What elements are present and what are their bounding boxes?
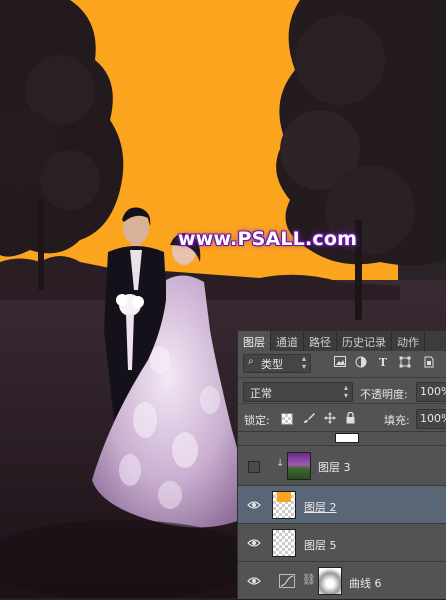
lock-label: 锁定: — [244, 414, 270, 427]
tab-layers[interactable]: 图层 — [238, 331, 271, 351]
lock-icon[interactable] — [344, 411, 357, 425]
type-icon[interactable]: T — [376, 356, 390, 370]
eye-icon[interactable] — [247, 538, 261, 548]
layer-mask-thumbnail[interactable] — [318, 567, 342, 595]
visibility-toggle[interactable] — [248, 461, 260, 473]
layer-row-3[interactable]: ↓ 图层 3 — [238, 445, 446, 486]
layer-name[interactable]: 曲线 6 — [349, 575, 382, 591]
tab-history[interactable]: 历史记录 — [337, 331, 392, 351]
watermark-text: www.PSALL.com — [178, 228, 358, 250]
layer-filter-select[interactable]: ⌕ 类型 ▴ ▾ — [243, 354, 311, 373]
filter-row: ⌕ 类型 ▴ ▾ T — [238, 351, 446, 377]
updown-arrows-icon: ▴ ▾ — [301, 354, 306, 371]
search-icon: ⌕ — [248, 356, 254, 367]
panel-tabs: 图层 通道 路径 历史记录 动作 — [238, 331, 446, 351]
layer-name[interactable]: 图层 3 — [318, 459, 351, 475]
layer-thumbnail — [335, 433, 359, 443]
layer-name[interactable]: 图层 5 — [304, 537, 337, 553]
layer-row-curves-6[interactable]: ⛓ 曲线 6 — [238, 561, 446, 600]
layer-thumbnail — [287, 452, 311, 480]
tab-channels[interactable]: 通道 — [271, 331, 304, 351]
tab-actions[interactable]: 动作 — [392, 331, 425, 351]
eye-icon[interactable] — [247, 576, 261, 586]
fill-input[interactable]: 100% — [416, 409, 446, 429]
move-icon[interactable] — [323, 412, 336, 425]
layer-partial-row[interactable] — [238, 431, 446, 446]
eye-icon[interactable] — [247, 500, 261, 510]
layer-name[interactable]: 图层 2 — [304, 499, 337, 515]
brush-icon[interactable] — [302, 412, 315, 425]
opacity-input[interactable]: 100% — [416, 382, 446, 402]
layer-row-2[interactable]: 图层 2 — [238, 485, 446, 524]
blend-mode-select[interactable]: 正常 ▴ ▾ — [243, 382, 353, 402]
opacity-label: 不透明度: — [360, 388, 408, 401]
link-chain-icon[interactable]: ⛓ — [302, 573, 316, 586]
image-icon[interactable] — [333, 356, 347, 370]
curves-adjustment-icon — [279, 574, 295, 588]
layer-thumbnail — [272, 529, 296, 557]
blend-mode-value: 正常 — [250, 387, 272, 400]
adjustment-circle-icon[interactable] — [354, 356, 368, 370]
filter-label: 类型 — [261, 358, 283, 371]
shape-transform-icon[interactable] — [398, 356, 412, 370]
lock-transparent-icon[interactable] — [281, 413, 293, 425]
layer-row-5[interactable]: 图层 5 — [238, 523, 446, 562]
smart-object-icon[interactable] — [422, 356, 436, 370]
layer-thumbnail — [272, 491, 296, 519]
fill-label: 填充: — [384, 414, 410, 427]
layers-panel: 图层 通道 路径 历史记录 动作 ⌕ 类型 ▴▾ T 正常 ▴▾ 不透明度: — [237, 330, 446, 599]
tab-paths[interactable]: 路径 — [304, 331, 337, 351]
blend-row: 正常 ▴▾ 不透明度: 100% — [238, 377, 446, 404]
lock-row: 锁定: 填充: 100% — [238, 403, 446, 432]
clipping-arrow-icon: ↓ — [276, 458, 285, 469]
updown-arrows-icon: ▴ ▾ — [343, 383, 348, 400]
